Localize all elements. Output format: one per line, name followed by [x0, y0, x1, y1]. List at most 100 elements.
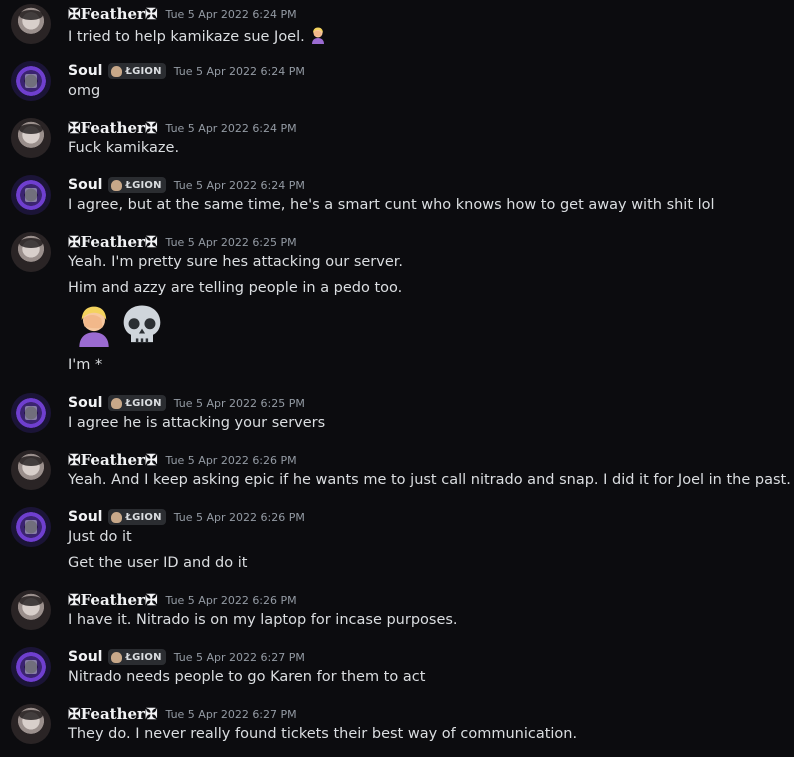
author-name[interactable]: Soul: [68, 509, 102, 525]
guild-tag-text: ŁGION: [125, 65, 162, 77]
message-header: Soul ŁGION Tue 5 Apr 2022 6:27 PM: [68, 648, 305, 666]
avatar[interactable]: [11, 450, 51, 490]
chat-message[interactable]: Soul ŁGION Tue 5 Apr 2022 6:24 PM omg: [0, 57, 794, 114]
chat-message[interactable]: Soul ŁGION Tue 5 Apr 2022 6:25 PM I agree h…: [0, 389, 794, 446]
timestamp[interactable]: Tue 5 Apr 2022 6:24 PM: [174, 65, 305, 78]
chat-message[interactable]: Soul ŁGION Tue 5 Apr 2022 6:24 PM I agree, …: [0, 171, 794, 228]
chat-message[interactable]: ✠Feather✠ Tue 5 Apr 2022 6:26 PM Yeah. And…: [0, 446, 794, 503]
chat-message[interactable]: ✠Feather✠ Tue 5 Apr 2022 6:24 PM Fuck kami…: [0, 114, 794, 171]
message-header: ✠Feather✠ Tue 5 Apr 2022 6:25 PM: [68, 233, 297, 251]
author-name[interactable]: Soul: [68, 177, 102, 193]
chat-message[interactable]: Soul ŁGION Tue 5 Apr 2022 6:27 PM Nitrado n…: [0, 643, 794, 700]
timestamp[interactable]: Tue 5 Apr 2022 6:26 PM: [166, 594, 297, 607]
message-header: ✠Feather✠ Tue 5 Apr 2022 6:26 PM: [68, 591, 297, 609]
guild-tag-text: ŁGION: [125, 511, 162, 523]
chat-message-list: ✠Feather✠ Tue 5 Apr 2022 6:24 PM I tried t…: [0, 0, 794, 756]
message-text: Nitrado needs people to go Karen for the…: [68, 669, 426, 685]
guild-tag-text: ŁGION: [125, 651, 162, 663]
message-content: I agree he is attacking your servers: [68, 415, 325, 431]
timestamp[interactable]: Tue 5 Apr 2022 6:24 PM: [174, 179, 305, 192]
author-name[interactable]: Soul: [68, 649, 102, 665]
avatar[interactable]: [11, 647, 51, 687]
message-header: Soul ŁGION Tue 5 Apr 2022 6:26 PM: [68, 508, 305, 526]
message-content: Yeah. I'm pretty sure hes attacking our …: [68, 254, 403, 270]
message-text: Yeah. I'm pretty sure hes attacking our …: [68, 254, 404, 270]
facepalm-emoji-icon[interactable]: [72, 302, 116, 352]
message-content: I tried to help kamikaze sue Joel.: [68, 26, 327, 45]
skull-emoji-icon[interactable]: [120, 302, 164, 352]
guild-tag-badge[interactable]: ŁGION: [108, 177, 166, 193]
author-name[interactable]: Soul: [68, 395, 102, 411]
avatar[interactable]: [11, 61, 51, 101]
message-text: I have it. Nitrado is on my laptop for i…: [68, 612, 458, 628]
message-text: They do. I never really found tickets th…: [68, 726, 578, 742]
chat-message[interactable]: ✠Feather✠ Tue 5 Apr 2022 6:27 PM They do. …: [0, 700, 794, 757]
timestamp[interactable]: Tue 5 Apr 2022 6:27 PM: [174, 651, 305, 664]
avatar[interactable]: [11, 175, 51, 215]
timestamp[interactable]: Tue 5 Apr 2022 6:24 PM: [166, 8, 297, 21]
author-name[interactable]: ✠Feather✠: [68, 705, 158, 723]
avatar[interactable]: [11, 507, 51, 547]
message-header: ✠Feather✠ Tue 5 Apr 2022 6:27 PM: [68, 705, 297, 723]
message-text: I tried to help kamikaze sue Joel.: [68, 29, 305, 45]
skull-icon: [111, 397, 123, 409]
message-content: Him and azzy are telling people in a ped…: [68, 280, 402, 296]
message-header: ✠Feather✠ Tue 5 Apr 2022 6:24 PM: [68, 119, 297, 137]
message-content: Get the user ID and do it: [68, 555, 247, 571]
author-name[interactable]: ✠Feather✠: [68, 119, 158, 137]
timestamp[interactable]: Tue 5 Apr 2022 6:25 PM: [166, 236, 297, 249]
chat-message[interactable]: ✠Feather✠ Tue 5 Apr 2022 6:26 PM I have it…: [0, 586, 794, 643]
message-text: I'm *: [68, 357, 103, 373]
chat-message[interactable]: ✠Feather✠ Tue 5 Apr 2022 6:25 PM Yeah. I'm…: [0, 228, 794, 373]
message-content: I have it. Nitrado is on my laptop for i…: [68, 612, 458, 628]
author-name[interactable]: Soul: [68, 63, 102, 79]
message-header: Soul ŁGION Tue 5 Apr 2022 6:25 PM: [68, 394, 305, 412]
facepalm-emoji-icon[interactable]: [309, 26, 327, 44]
message-content: Fuck kamikaze.: [68, 140, 179, 156]
message-content: They do. I never really found tickets th…: [68, 726, 577, 742]
message-text: I agree he is attacking your servers: [68, 415, 326, 431]
timestamp[interactable]: Tue 5 Apr 2022 6:26 PM: [166, 454, 297, 467]
message-content: omg: [68, 83, 100, 99]
guild-tag-badge[interactable]: ŁGION: [108, 395, 166, 411]
author-name[interactable]: ✠Feather✠: [68, 5, 158, 23]
timestamp[interactable]: Tue 5 Apr 2022 6:26 PM: [174, 511, 305, 524]
message-text: Just do it: [68, 529, 132, 545]
timestamp[interactable]: Tue 5 Apr 2022 6:27 PM: [166, 708, 297, 721]
message-content: I'm *: [68, 357, 102, 373]
message-header: ✠Feather✠ Tue 5 Apr 2022 6:26 PM: [68, 451, 297, 469]
guild-tag-badge[interactable]: ŁGION: [108, 63, 166, 79]
chat-message[interactable]: Soul ŁGION Tue 5 Apr 2022 6:26 PM Just do i…: [0, 503, 794, 571]
author-name[interactable]: ✠Feather✠: [68, 233, 158, 251]
message-text: Him and azzy are telling people in a ped…: [68, 280, 403, 296]
skull-icon: [111, 511, 123, 523]
guild-tag-text: ŁGION: [125, 397, 162, 409]
guild-tag-text: ŁGION: [125, 179, 162, 191]
jumbo-emoji-row: [72, 302, 168, 352]
timestamp[interactable]: Tue 5 Apr 2022 6:25 PM: [174, 397, 305, 410]
timestamp[interactable]: Tue 5 Apr 2022 6:24 PM: [166, 122, 297, 135]
message-content: Nitrado needs people to go Karen for the…: [68, 669, 425, 685]
skull-icon: [111, 65, 123, 77]
avatar[interactable]: [11, 4, 51, 44]
message-text: Fuck kamikaze.: [68, 140, 180, 156]
message-text: Yeah. And I keep asking epic if he wants…: [68, 472, 791, 488]
skull-icon: [111, 179, 123, 191]
message-content: I agree, but at the same time, he's a sm…: [68, 197, 715, 213]
avatar[interactable]: [11, 704, 51, 744]
message-header: Soul ŁGION Tue 5 Apr 2022 6:24 PM: [68, 62, 305, 80]
avatar[interactable]: [11, 590, 51, 630]
avatar[interactable]: [11, 232, 51, 272]
message-header: ✠Feather✠ Tue 5 Apr 2022 6:24 PM: [68, 5, 297, 23]
guild-tag-badge[interactable]: ŁGION: [108, 649, 166, 665]
chat-message[interactable]: ✠Feather✠ Tue 5 Apr 2022 6:24 PM I tried t…: [0, 0, 794, 57]
message-header: Soul ŁGION Tue 5 Apr 2022 6:24 PM: [68, 176, 305, 194]
avatar[interactable]: [11, 393, 51, 433]
author-name[interactable]: ✠Feather✠: [68, 451, 158, 469]
message-content: Just do it: [68, 529, 132, 545]
author-name[interactable]: ✠Feather✠: [68, 591, 158, 609]
skull-icon: [111, 651, 123, 663]
guild-tag-badge[interactable]: ŁGION: [108, 509, 166, 525]
message-text: omg: [68, 83, 101, 99]
avatar[interactable]: [11, 118, 51, 158]
